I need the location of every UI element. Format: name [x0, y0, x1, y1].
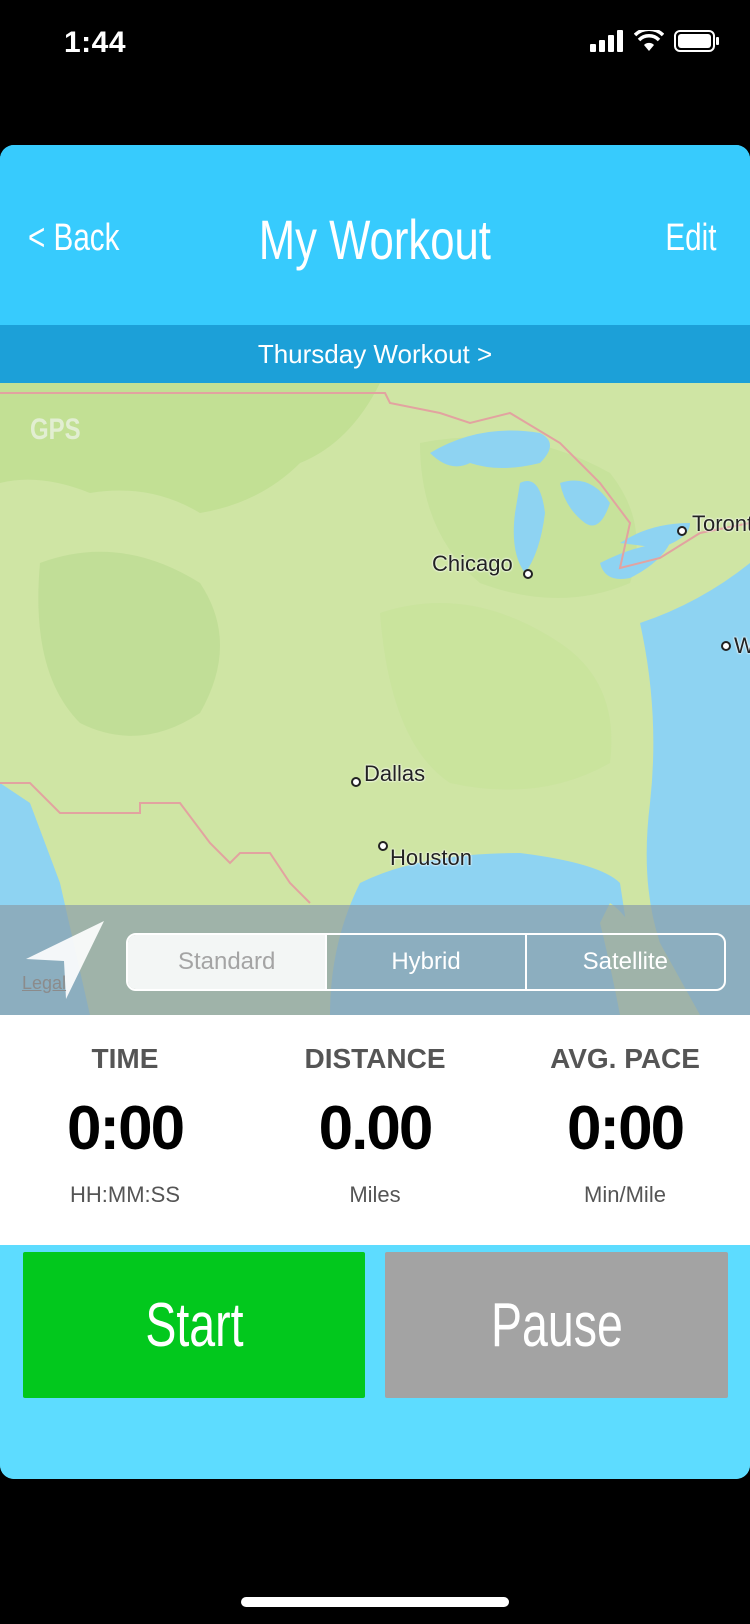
battery-icon: [674, 30, 719, 52]
city-label-w: W: [734, 633, 750, 658]
city-marker-chicago: [523, 569, 533, 579]
map-type-bar: Legal Standard Hybrid Satellite: [0, 905, 750, 1015]
workout-screen: < Back My Workout Edit Thursday Workout …: [0, 145, 750, 1479]
status-bar: 1:44: [0, 0, 750, 90]
page-title: My Workout: [0, 207, 750, 272]
gps-label: GPS: [30, 413, 81, 446]
city-label-toronto: Toronto: [692, 511, 750, 536]
stat-value: 0.00: [318, 1094, 434, 1163]
stat-label: DISTANCE: [304, 1043, 446, 1074]
stat-time: TIME 0:00 HH:MM:SS: [0, 1015, 250, 1245]
stat-distance: DISTANCE 0.00 Miles: [250, 1015, 500, 1245]
start-button[interactable]: Start: [23, 1252, 365, 1398]
workout-selector[interactable]: Thursday Workout >: [0, 325, 750, 383]
stat-value: 0:00: [566, 1094, 685, 1163]
edit-button[interactable]: Edit: [665, 217, 716, 260]
navigation-bar: < Back My Workout Edit: [0, 145, 750, 325]
signal-icon: [590, 30, 623, 52]
stat-unit: Miles: [349, 1182, 401, 1207]
stat-avg-pace: AVG. PACE 0:00 Min/Mile: [500, 1015, 750, 1245]
start-button-label: Start: [144, 1290, 244, 1360]
city-label-dallas: Dallas: [364, 761, 426, 786]
city-marker-w: [721, 641, 731, 651]
city-label-chicago: Chicago: [432, 551, 513, 576]
map-type-segmented-control: Standard Hybrid Satellite: [126, 933, 726, 991]
status-time: 1:44: [64, 26, 127, 59]
home-indicator[interactable]: [241, 1597, 509, 1607]
legal-link[interactable]: Legal: [22, 973, 66, 994]
stat-unit: Min/Mile: [584, 1182, 666, 1207]
stat-unit: HH:MM:SS: [70, 1182, 180, 1207]
map-type-satellite[interactable]: Satellite: [524, 935, 724, 989]
map-type-standard[interactable]: Standard: [128, 935, 326, 989]
pause-button-label: Pause: [490, 1290, 623, 1360]
city-marker-toronto: [677, 526, 687, 536]
pause-button[interactable]: Pause: [385, 1252, 728, 1398]
page-title-text: My Workout: [258, 208, 492, 271]
city-label-houston: Houston: [390, 845, 472, 870]
stat-label: TIME: [91, 1043, 159, 1074]
city-marker-dallas: [351, 777, 361, 787]
city-marker-houston: [378, 841, 388, 851]
stat-label: AVG. PACE: [550, 1043, 700, 1074]
map-type-hybrid[interactable]: Hybrid: [325, 935, 524, 989]
stat-value: 0:00: [66, 1094, 185, 1163]
wifi-icon: [634, 30, 664, 51]
status-icons: [590, 30, 720, 52]
workout-stats: TIME 0:00 HH:MM:SS DISTANCE 0.00 Miles A…: [0, 1015, 750, 1245]
